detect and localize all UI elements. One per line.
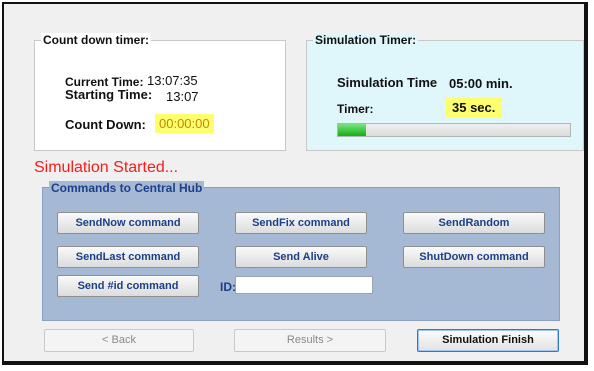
send-fix-button[interactable]: SendFix command xyxy=(235,212,367,234)
results-button[interactable]: Results > xyxy=(234,329,386,352)
send-random-button[interactable]: SendRandom xyxy=(403,212,545,234)
countdown-title: Count down timer: xyxy=(41,33,151,47)
timer-label: Timer: xyxy=(337,102,374,116)
send-last-button[interactable]: SendLast command xyxy=(57,246,199,268)
progress-fill xyxy=(338,124,366,136)
simulation-time-value: 05:00 min. xyxy=(449,76,513,91)
send-now-button[interactable]: SendNow command xyxy=(57,212,199,234)
commands-title: Commands to Central Hub xyxy=(49,181,205,195)
simulation-window: Count down timer: Current Time: 13:07:35… xyxy=(2,2,588,365)
simulation-finish-button[interactable]: Simulation Finish xyxy=(417,329,559,352)
shutdown-button[interactable]: ShutDown command xyxy=(403,246,545,268)
id-label: ID: xyxy=(220,280,236,294)
simulation-progress-bar xyxy=(337,123,571,137)
countdown-value: 00:00:00 xyxy=(155,114,214,133)
id-input[interactable] xyxy=(235,276,373,294)
simulation-status: Simulation Started... xyxy=(34,159,179,176)
send-id-button[interactable]: Send #id command xyxy=(57,275,199,297)
commands-group: Commands to Central Hub SendNow command … xyxy=(42,181,560,321)
send-alive-button[interactable]: Send Alive xyxy=(235,246,367,268)
countdown-label: Count Down: xyxy=(65,117,146,132)
simulation-timer-group: Simulation Timer: Simulation Time 05:00 … xyxy=(306,33,584,151)
simulation-timer-title: Simulation Timer: xyxy=(313,33,419,47)
simulation-time-label: Simulation Time xyxy=(337,75,438,90)
countdown-group: Count down timer: Current Time: 13:07:35… xyxy=(34,33,286,151)
starting-time-label: Starting Time: xyxy=(65,87,153,102)
starting-time-value: 13:07 xyxy=(166,89,199,104)
timer-value: 35 sec. xyxy=(445,98,503,117)
current-time-value: 13:07:35 xyxy=(147,73,198,88)
back-button[interactable]: < Back xyxy=(44,329,194,352)
